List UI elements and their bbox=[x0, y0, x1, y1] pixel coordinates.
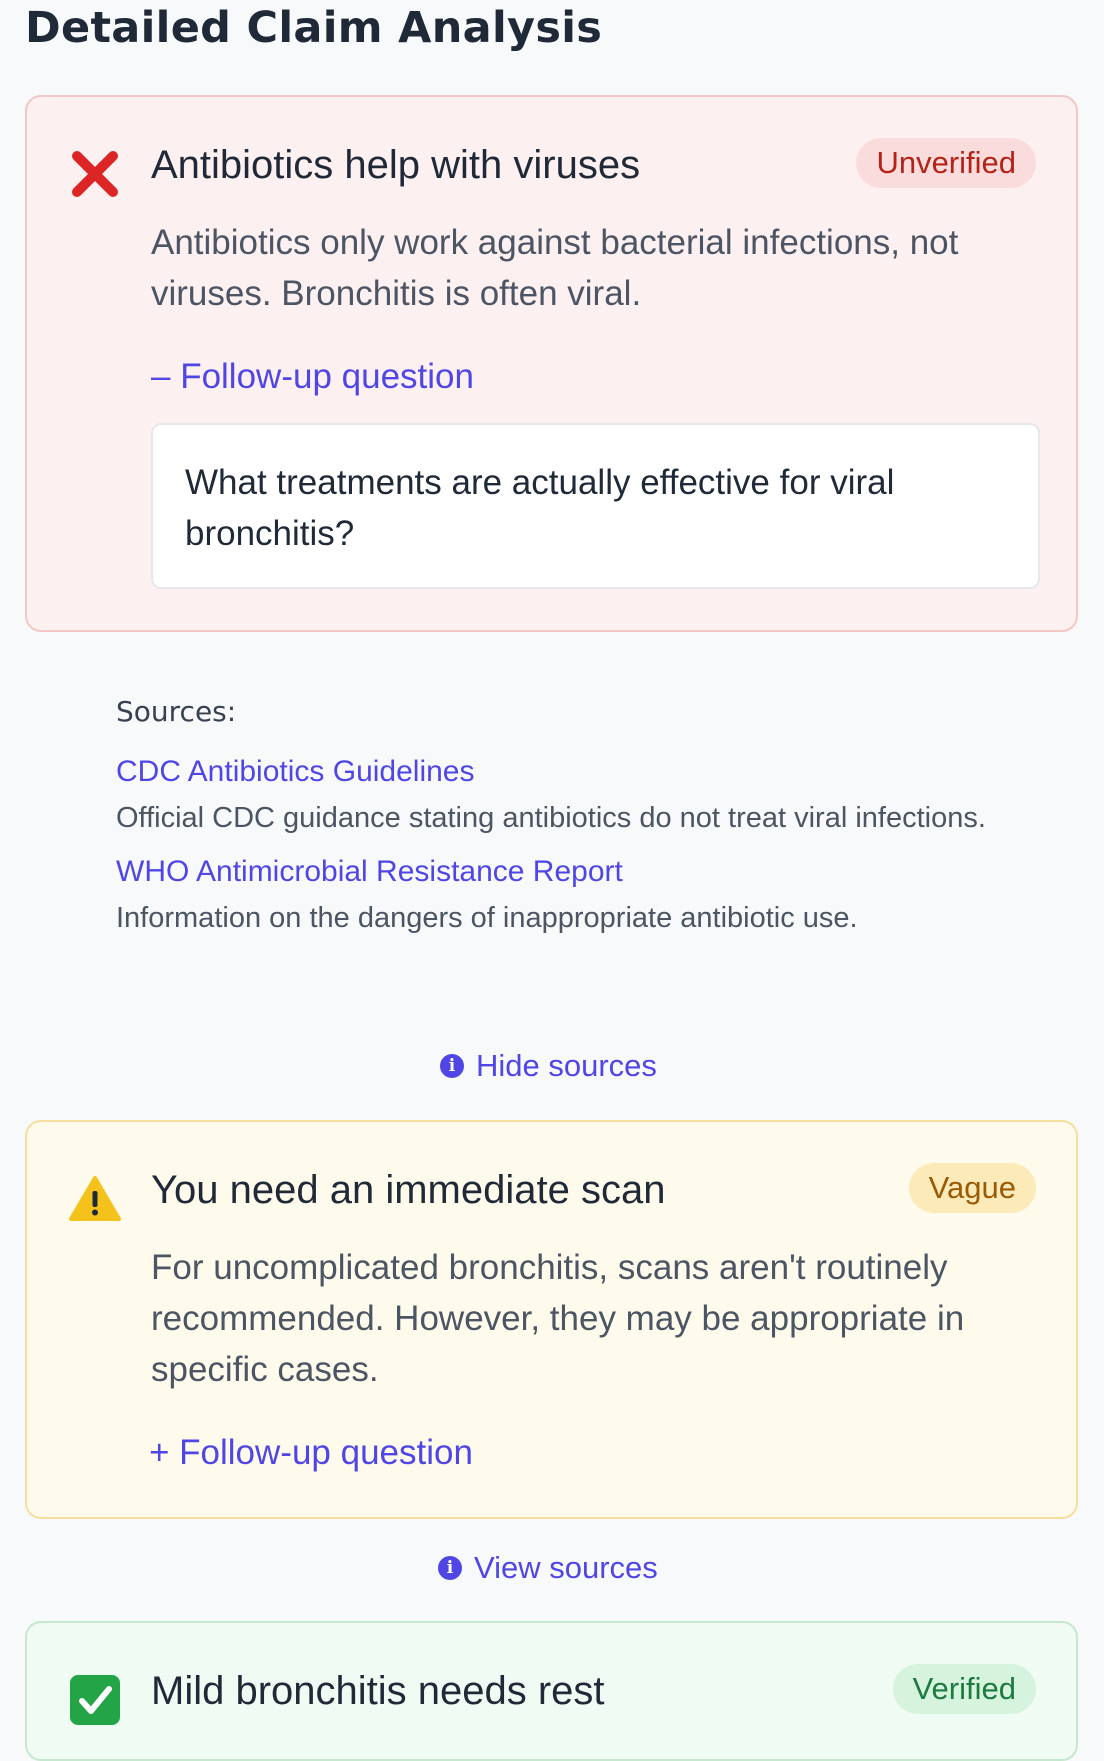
view-sources-button[interactable]: i View sources bbox=[438, 1550, 658, 1586]
claim-card-unverified: Antibiotics help with viruses Unverified… bbox=[25, 95, 1078, 632]
claim-title: Mild bronchitis needs rest bbox=[151, 1669, 605, 1713]
check-mark-icon bbox=[67, 1672, 123, 1728]
status-badge: Unverified bbox=[856, 138, 1036, 188]
sources-heading: Sources: bbox=[116, 695, 237, 728]
followup-question-box: What treatments are actually effective f… bbox=[151, 423, 1040, 589]
hide-sources-button[interactable]: i Hide sources bbox=[440, 1048, 657, 1084]
source-link-cdc[interactable]: CDC Antibiotics Guidelines bbox=[116, 752, 1016, 792]
status-badge: Vague bbox=[908, 1163, 1036, 1213]
info-icon: i bbox=[438, 1556, 462, 1580]
source-description: Official CDC guidance stating antibiotic… bbox=[116, 802, 986, 834]
status-badge: Verified bbox=[892, 1664, 1036, 1714]
followup-question-toggle[interactable]: – Follow-up question bbox=[151, 355, 474, 399]
claim-explanation: Antibiotics only work against bacterial … bbox=[151, 223, 959, 313]
claim-card-verified: Mild bronchitis needs rest Verified bbox=[25, 1621, 1078, 1761]
claim-title: Antibiotics help with viruses bbox=[151, 143, 641, 187]
source-link-who[interactable]: WHO Antimicrobial Resistance Report bbox=[116, 852, 1016, 892]
sources-list: Sources: CDC Antibiotics Guidelines Offi… bbox=[116, 692, 1016, 938]
source-description: Information on the dangers of inappropri… bbox=[116, 902, 858, 934]
claim-title: You need an immediate scan bbox=[151, 1168, 666, 1212]
view-sources-label: View sources bbox=[474, 1550, 658, 1585]
claim-explanation: For uncomplicated bronchitis, scans aren… bbox=[151, 1248, 965, 1389]
cross-mark-icon bbox=[67, 146, 123, 202]
hide-sources-label: Hide sources bbox=[476, 1048, 657, 1083]
page-title: Detailed Claim Analysis bbox=[25, 3, 603, 53]
info-icon: i bbox=[440, 1054, 464, 1078]
claim-analysis-page: Detailed Claim Analysis Antibiotics help… bbox=[0, 0, 1104, 1761]
warning-icon bbox=[67, 1171, 123, 1227]
followup-question-toggle[interactable]: + Follow-up question bbox=[149, 1431, 473, 1475]
